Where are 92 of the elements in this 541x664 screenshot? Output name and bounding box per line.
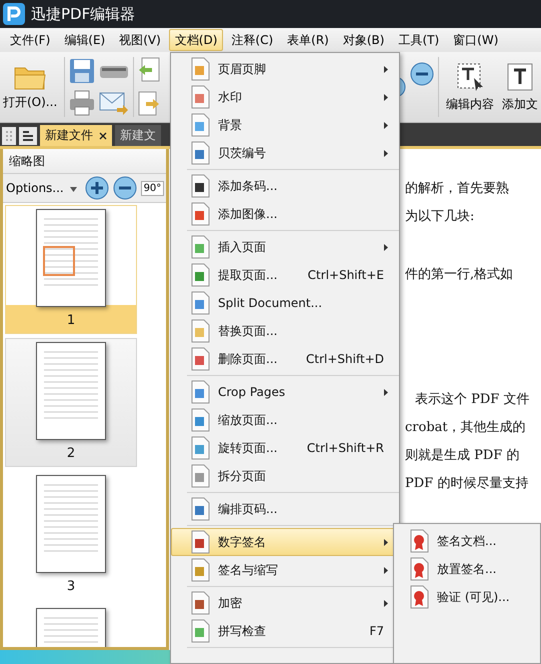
- menu-item[interactable]: 页眉页脚: [171, 55, 399, 83]
- ribbon-seal-icon: [409, 529, 431, 553]
- menu-item[interactable]: 拼写检查 F7: [171, 617, 399, 645]
- page-icon: [190, 319, 212, 343]
- menu-item[interactable]: 拆分页面: [171, 462, 399, 490]
- zoom-out-icon[interactable]: [410, 62, 434, 86]
- menu-item[interactable]: 文件(F): [4, 29, 56, 51]
- app-logo-icon: [3, 3, 25, 25]
- add-text-button[interactable]: 添加文: [499, 60, 541, 114]
- ribbon-seal-icon: [409, 557, 431, 581]
- rotate-button[interactable]: 90°: [140, 180, 164, 196]
- document-text-line: 为以下几块:: [405, 208, 476, 226]
- close-icon[interactable]: [99, 132, 107, 140]
- menu-item[interactable]: 注释(C): [225, 29, 280, 51]
- page-icon: [190, 347, 212, 371]
- options-dropdown[interactable]: Options...: [6, 181, 81, 195]
- menu-item[interactable]: 窗口(W): [447, 29, 504, 51]
- submenu-arrow-icon: [384, 122, 388, 128]
- text-page-icon: [506, 62, 534, 92]
- page-icon: [190, 380, 212, 404]
- panel-title: 缩略图: [3, 149, 166, 174]
- menu-item[interactable]: 编辑(E): [58, 29, 112, 51]
- page-icon: [190, 263, 212, 287]
- document-text-line: 件的第一行,格式如: [405, 266, 514, 284]
- document-text-line: 则就是生成 PDF 的: [405, 447, 520, 465]
- document-text-line: PDF 的时候尽量支持: [405, 475, 530, 493]
- page-icon: [190, 141, 212, 165]
- grip-icon[interactable]: [2, 127, 16, 145]
- page-thumbnail[interactable]: 1: [5, 205, 137, 334]
- page-icon: [190, 174, 212, 198]
- menu-item[interactable]: 添加条码...: [171, 172, 399, 200]
- submenu-arrow-icon: [384, 94, 388, 100]
- menu-item[interactable]: 旋转页面... Ctrl+Shift+R: [171, 434, 399, 462]
- page-icon: [190, 57, 212, 81]
- menu-item[interactable]: Split Document...: [171, 289, 399, 317]
- submenu-arrow-icon: [384, 150, 388, 156]
- menu-item[interactable]: 贝茨编号: [171, 139, 399, 167]
- page-icon: [190, 85, 212, 109]
- menu-item[interactable]: 文档(D): [168, 29, 224, 51]
- page-icon: [190, 408, 212, 432]
- document-text-line: 的解析，首先要熟: [405, 180, 510, 198]
- zoom-in-icon[interactable]: [84, 176, 109, 200]
- open-button[interactable]: 打开(O)...: [0, 62, 60, 112]
- page-icon: [190, 591, 212, 615]
- menu-item[interactable]: 工具(T): [392, 29, 446, 51]
- page-icon: [190, 619, 212, 643]
- edit-content-button[interactable]: 编辑内容: [443, 60, 497, 114]
- window-title: 迅捷PDF编辑器: [31, 4, 136, 24]
- caret-icon: [70, 187, 77, 192]
- mail-icon[interactable]: [99, 90, 130, 116]
- menu-item[interactable]: 添加图像...: [171, 200, 399, 228]
- page-thumbnail[interactable]: 3: [5, 471, 137, 600]
- menu-item[interactable]: 编排页码...: [171, 495, 399, 523]
- menu-item[interactable]: 表单(R): [281, 29, 335, 51]
- menu-item[interactable]: 背景: [171, 111, 399, 139]
- submenu-arrow-icon: [384, 566, 388, 574]
- menu-item[interactable]: 删除页面... Ctrl+Shift+D: [171, 345, 399, 373]
- page-arrow-icon[interactable]: [138, 57, 160, 83]
- page-icon: [190, 558, 212, 582]
- menu-item[interactable]: 插入页面: [171, 233, 399, 261]
- menu-item[interactable]: Crop Pages: [171, 378, 399, 406]
- ribbon-seal-icon: [409, 585, 431, 609]
- page-arrow-icon[interactable]: [138, 91, 160, 117]
- submenu-arrow-icon: [384, 66, 388, 72]
- submenu-arrow-icon: [384, 388, 388, 396]
- page-icon: [190, 202, 212, 226]
- page-icon: [190, 113, 212, 137]
- page-icon: [190, 436, 212, 460]
- page-icon: [190, 464, 212, 488]
- submenu-arrow-icon: [384, 538, 388, 546]
- page-icon: [190, 530, 212, 554]
- document-tab[interactable]: 新建文: [115, 125, 161, 146]
- list-icon[interactable]: [19, 127, 37, 145]
- page-icon: [190, 235, 212, 259]
- save-icon[interactable]: [69, 58, 96, 84]
- submenu-arrow-icon: [384, 600, 388, 606]
- printer-icon[interactable]: [69, 90, 96, 116]
- menu-item[interactable]: 视图(V): [113, 29, 167, 51]
- page-thumbnail[interactable]: 2: [5, 338, 137, 467]
- document-tab[interactable]: 新建文件: [40, 125, 112, 146]
- menu-item[interactable]: 对象(B): [336, 29, 390, 51]
- menu-item[interactable]: 提取页面... Ctrl+Shift+E: [171, 261, 399, 289]
- document-text-line: 表示这个 PDF 文件: [414, 391, 530, 409]
- menu-item[interactable]: 替换页面...: [171, 317, 399, 345]
- page-icon: [190, 291, 212, 315]
- text-box-icon: [456, 62, 484, 92]
- submenu-arrow-icon: [384, 244, 388, 250]
- menu-item[interactable]: 缩放页面...: [171, 406, 399, 434]
- menu-item[interactable]: 水印: [171, 83, 399, 111]
- page-icon: [190, 497, 212, 521]
- zoom-out-icon[interactable]: [112, 176, 137, 200]
- document-text-line: crobat，其他生成的: [405, 419, 527, 437]
